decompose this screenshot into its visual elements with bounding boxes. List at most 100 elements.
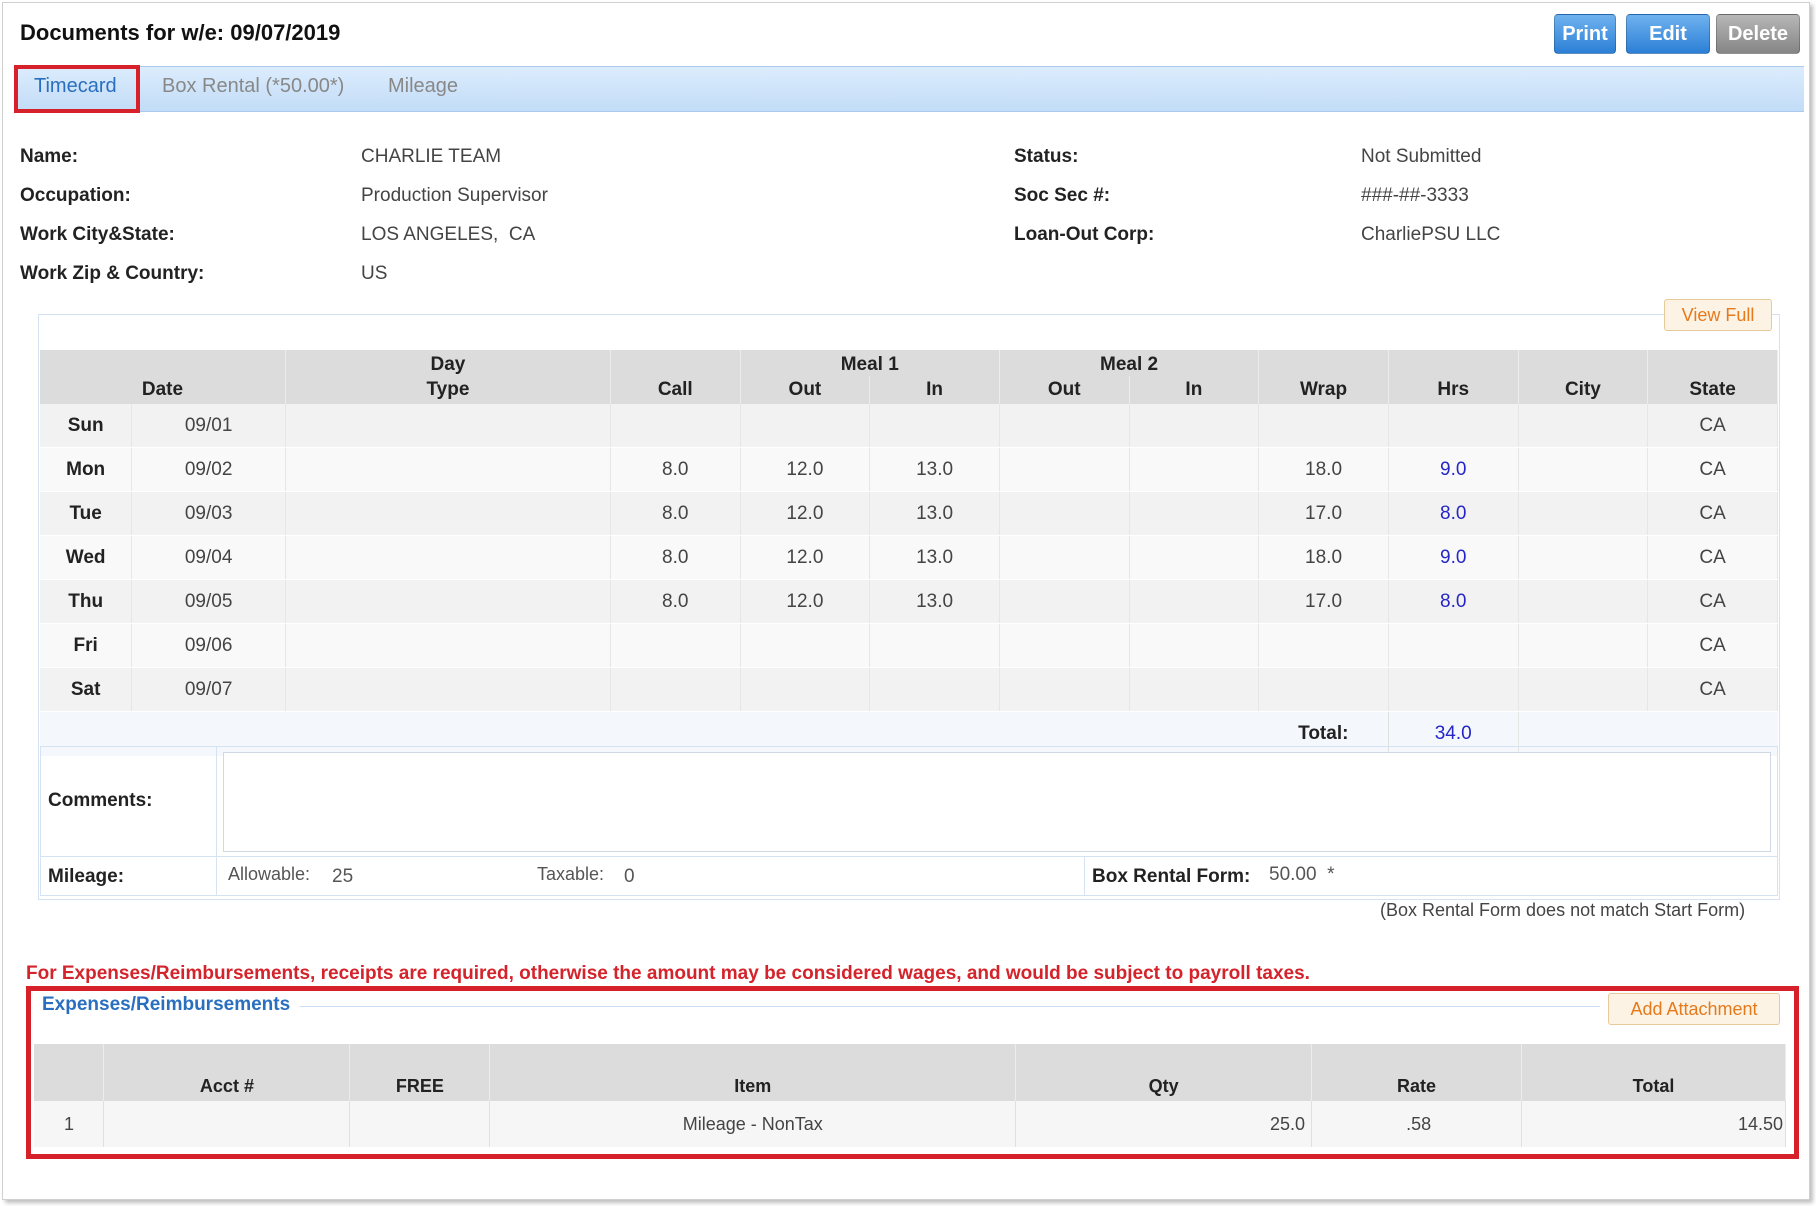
occupation-label: Occupation: [20, 185, 131, 206]
work-zip-label: Work Zip & Country: [20, 263, 205, 284]
column-header-state: State [1647, 376, 1778, 404]
meal2-out-cell [999, 535, 1130, 580]
timecard-row[interactable]: Wed 09/04 8.0 12.0 13.0 18.0 9.0 CA [40, 535, 1778, 580]
column-header-meal1-out: Out [740, 376, 871, 404]
qty-cell: 25.0 [1015, 1101, 1313, 1147]
call-cell: 8.0 [610, 535, 741, 580]
meal1-out-cell: 12.0 [740, 535, 871, 580]
meal2-in-cell [1129, 404, 1260, 448]
state-cell: CA [1647, 579, 1778, 624]
timecard-row[interactable]: Thu 09/05 8.0 12.0 13.0 17.0 8.0 CA [40, 579, 1778, 624]
type-cell [285, 667, 611, 712]
comments-input[interactable] [223, 752, 1771, 852]
wrap-group-header [1258, 350, 1389, 376]
type-cell [285, 447, 611, 492]
call-cell: 8.0 [610, 447, 741, 492]
hrs-cell: 9.0 [1388, 535, 1519, 580]
box-rental-value: 50.00 * [1269, 864, 1335, 885]
type-cell [285, 535, 611, 580]
edit-button[interactable]: Edit [1626, 14, 1710, 54]
column-header-qty: Qty [1015, 1044, 1313, 1101]
rate-cell: .58 [1311, 1101, 1523, 1147]
column-header-meal2-in: In [1129, 376, 1260, 404]
column-header-city: City [1518, 376, 1649, 404]
free-cell [349, 1101, 491, 1147]
meal1-out-cell: 12.0 [740, 579, 871, 624]
city-cell [1518, 667, 1649, 712]
column-header-hrs: Hrs [1388, 376, 1519, 404]
comments-label: Comments: [48, 790, 153, 811]
column-header-call: Call [610, 376, 741, 404]
meal2-out-cell [999, 447, 1130, 492]
wrap-cell: 17.0 [1258, 491, 1389, 536]
meal2-out-cell [999, 623, 1130, 668]
column-header-total: Total [1521, 1044, 1786, 1101]
tab-mileage[interactable]: Mileage [388, 75, 458, 98]
box-rental-label: Box Rental Form: [1092, 866, 1251, 887]
acct-cell [103, 1101, 351, 1147]
day-cell: Mon [40, 447, 133, 492]
meal1-in-cell: 13.0 [869, 579, 1000, 624]
call-cell [610, 404, 741, 448]
city-cell [1518, 491, 1649, 536]
day-cell: Fri [40, 623, 133, 668]
meal1-in-cell [869, 623, 1000, 668]
column-header-acct: Acct # [103, 1044, 351, 1101]
timecard-row[interactable]: Tue 09/03 8.0 12.0 13.0 17.0 8.0 CA [40, 491, 1778, 536]
loan-out-label: Loan-Out Corp: [1014, 224, 1155, 245]
state-group-header [1647, 350, 1778, 376]
taxable-value: 0 [624, 866, 635, 887]
expense-row[interactable]: 1 Mileage - NonTax 25.0 .58 14.50 [34, 1101, 1786, 1147]
meal2-out-cell [999, 404, 1130, 448]
state-cell: CA [1647, 623, 1778, 668]
expenses-table: Acct # FREE Item Qty Rate Total 1 Mileag… [34, 1044, 1786, 1147]
tab-box-rental[interactable]: Box Rental (*50.00*) [162, 75, 344, 98]
state-cell: CA [1647, 491, 1778, 536]
city-cell [1518, 404, 1649, 448]
type-cell [285, 623, 611, 668]
taxable-label: Taxable: [537, 864, 605, 884]
delete-button[interactable]: Delete [1716, 14, 1800, 54]
call-cell [610, 623, 741, 668]
ssn-label: Soc Sec #: [1014, 185, 1111, 206]
meal1-out-cell [740, 404, 871, 448]
wrap-cell: 18.0 [1258, 535, 1389, 580]
timecard-row[interactable]: Fri 09/06 CA [40, 623, 1778, 668]
loan-out-value: CharliePSU LLC [1361, 224, 1501, 245]
print-button[interactable]: Print [1554, 14, 1616, 54]
timecard-row[interactable]: Sun 09/01 CA [40, 404, 1778, 448]
column-header-rate: Rate [1311, 1044, 1523, 1101]
city-cell [1518, 535, 1649, 580]
add-attachment-button[interactable]: Add Attachment [1608, 993, 1780, 1025]
day-cell: Sun [40, 404, 133, 448]
call-cell: 8.0 [610, 491, 741, 536]
line-number: 1 [34, 1101, 105, 1147]
timecard-header-row: Date Type Call Out In Out In Wrap Hrs Ci… [40, 376, 1778, 404]
meal1-in-cell: 13.0 [869, 535, 1000, 580]
timecard-row[interactable]: Sat 09/07 CA [40, 667, 1778, 712]
meal2-in-cell [1129, 447, 1260, 492]
ssn-value: ###-##-3333 [1361, 185, 1469, 206]
meal2-group-header: Meal 2 [999, 350, 1260, 376]
day-cell: Wed [40, 535, 133, 580]
hrs-group-header [1388, 350, 1519, 376]
timecard-group-header-row: Day Meal 1 Meal 2 [40, 350, 1778, 376]
meal2-in-cell [1129, 623, 1260, 668]
date-group-header [40, 350, 286, 376]
day-cell: Thu [40, 579, 133, 624]
view-full-button[interactable]: View Full [1664, 299, 1772, 331]
status-label: Status: [1014, 146, 1079, 167]
expenses-title: Expenses/Reimbursements [42, 994, 291, 1015]
expenses-warning: For Expenses/Reimbursements, receipts ar… [26, 963, 1310, 984]
timecard-row[interactable]: Mon 09/02 8.0 12.0 13.0 18.0 9.0 CA [40, 447, 1778, 492]
wrap-cell [1258, 667, 1389, 712]
hrs-cell [1388, 623, 1519, 668]
city-cell [1518, 623, 1649, 668]
timecard-tab-highlight [14, 65, 140, 113]
wrap-cell: 18.0 [1258, 447, 1389, 492]
hrs-cell: 8.0 [1388, 579, 1519, 624]
call-group-header [610, 350, 741, 376]
work-city-label: Work City&State: [20, 224, 175, 245]
type-cell [285, 491, 611, 536]
date-cell: 09/05 [131, 579, 286, 624]
